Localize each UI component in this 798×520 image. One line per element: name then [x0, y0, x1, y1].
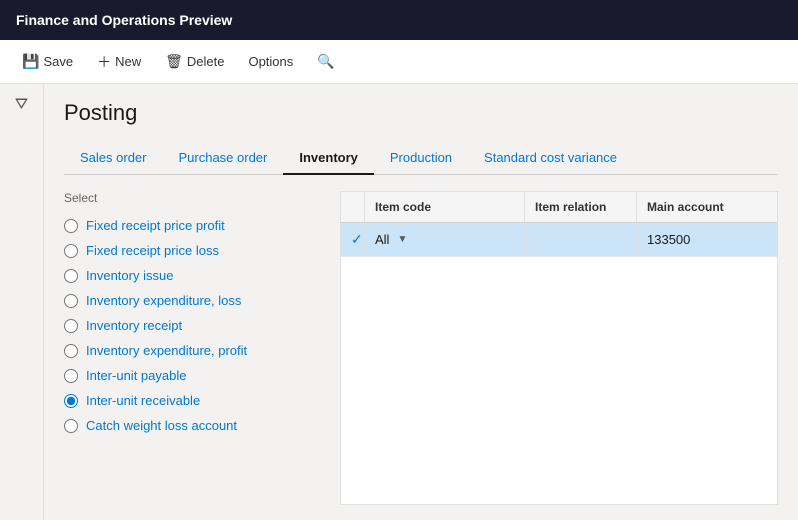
- radio-inventory-expenditure-loss[interactable]: [64, 294, 78, 308]
- search-icon: 🔍: [317, 53, 334, 70]
- list-item[interactable]: Fixed receipt price profit: [64, 213, 324, 238]
- new-button[interactable]: ＋ New: [87, 46, 151, 78]
- radio-label-inventory-expenditure-loss: Inventory expenditure, loss: [86, 293, 241, 308]
- options-button[interactable]: Options: [238, 48, 303, 75]
- list-item[interactable]: Fixed receipt price loss: [64, 238, 324, 263]
- select-panel: Select Fixed receipt price profit Fixed …: [64, 191, 324, 505]
- plus-icon: ＋: [97, 52, 111, 72]
- radio-label-fixed-receipt-price-loss: Fixed receipt price loss: [86, 243, 219, 258]
- radio-inventory-expenditure-profit[interactable]: [64, 344, 78, 358]
- radio-inventory-receipt[interactable]: [64, 319, 78, 333]
- radio-label-inventory-expenditure-profit: Inventory expenditure, profit: [86, 343, 247, 358]
- radio-label-inventory-issue: Inventory issue: [86, 268, 173, 283]
- radio-fixed-receipt-price-loss[interactable]: [64, 244, 78, 258]
- radio-label-inter-unit-payable: Inter-unit payable: [86, 368, 186, 383]
- panel-layout: Select Fixed receipt price profit Fixed …: [64, 191, 778, 505]
- select-label: Select: [64, 191, 324, 205]
- radio-label-inventory-receipt: Inventory receipt: [86, 318, 182, 333]
- tab-inventory[interactable]: Inventory: [283, 142, 374, 175]
- save-icon: 💾: [22, 53, 39, 70]
- trash-icon: 🗑: [165, 53, 183, 70]
- radio-label-inter-unit-receivable: Inter-unit receivable: [86, 393, 200, 408]
- radio-inter-unit-payable[interactable]: [64, 369, 78, 383]
- tab-standard-cost-variance[interactable]: Standard cost variance: [468, 142, 633, 175]
- main-container: ⛛ Posting Sales order Purchase order Inv…: [0, 84, 798, 520]
- col-header-check: [341, 192, 365, 222]
- col-header-item-relation: Item relation: [525, 192, 637, 222]
- app-title: Finance and Operations Preview: [16, 12, 232, 28]
- row-item-relation-cell[interactable]: [525, 223, 637, 256]
- top-bar: Finance and Operations Preview: [0, 0, 798, 40]
- search-button[interactable]: 🔍: [307, 47, 344, 76]
- toolbar: 💾 Save ＋ New 🗑 Delete Options 🔍: [0, 40, 798, 84]
- filter-icon[interactable]: ⛛: [11, 92, 32, 118]
- radio-label-fixed-receipt-price-profit: Fixed receipt price profit: [86, 218, 225, 233]
- list-item[interactable]: Inventory receipt: [64, 313, 324, 338]
- save-button[interactable]: 💾 Save: [12, 47, 83, 76]
- row-check-icon: ✓: [351, 231, 363, 248]
- list-item[interactable]: Inventory expenditure, loss: [64, 288, 324, 313]
- grid-header: Item code Item relation Main account: [341, 192, 777, 223]
- row-item-code-cell[interactable]: All ▼: [365, 223, 525, 256]
- radio-fixed-receipt-price-profit[interactable]: [64, 219, 78, 233]
- dropdown-arrow-icon: ▼: [397, 234, 407, 245]
- sidebar: ⛛: [0, 84, 44, 520]
- radio-catch-weight-loss-account[interactable]: [64, 419, 78, 433]
- page-title: Posting: [64, 100, 778, 126]
- col-header-item-code: Item code: [365, 192, 525, 222]
- list-item[interactable]: Inter-unit receivable: [64, 388, 324, 413]
- list-item[interactable]: Catch weight loss account: [64, 413, 324, 438]
- table-row[interactable]: ✓ All ▼ 133500: [341, 223, 777, 257]
- radio-inventory-issue[interactable]: [64, 269, 78, 283]
- list-item[interactable]: Inter-unit payable: [64, 363, 324, 388]
- content-area: Posting Sales order Purchase order Inven…: [44, 84, 798, 520]
- grid-panel: Item code Item relation Main account ✓ A…: [340, 191, 778, 505]
- tab-sales-order[interactable]: Sales order: [64, 142, 162, 175]
- tab-purchase-order[interactable]: Purchase order: [162, 142, 283, 175]
- list-item[interactable]: Inventory issue: [64, 263, 324, 288]
- tab-production[interactable]: Production: [374, 142, 468, 175]
- col-header-main-account: Main account: [637, 192, 777, 222]
- row-main-account-cell[interactable]: 133500: [637, 223, 777, 256]
- tabs-container: Sales order Purchase order Inventory Pro…: [64, 142, 778, 175]
- list-item[interactable]: Inventory expenditure, profit: [64, 338, 324, 363]
- row-check-cell: ✓: [341, 223, 365, 256]
- radio-label-catch-weight-loss-account: Catch weight loss account: [86, 418, 237, 433]
- radio-inter-unit-receivable[interactable]: [64, 394, 78, 408]
- delete-button[interactable]: 🗑 Delete: [155, 47, 234, 76]
